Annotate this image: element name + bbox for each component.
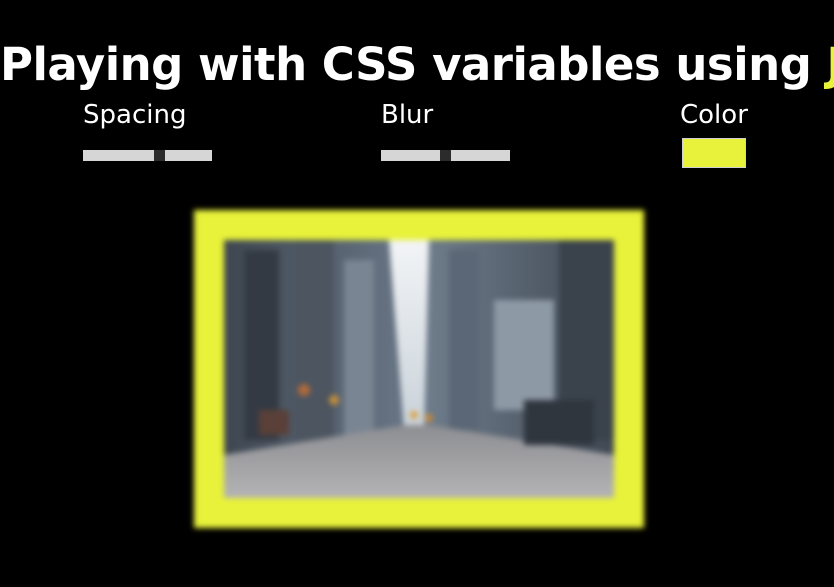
color-picker[interactable]	[682, 138, 746, 168]
blur-label: Blur	[381, 100, 434, 130]
blur-slider[interactable]	[381, 150, 510, 161]
blur-slider-thumb[interactable]	[440, 150, 451, 161]
spacing-slider-track	[83, 150, 212, 161]
spacing-label: Spacing	[83, 100, 187, 130]
spacing-control: Spacing	[83, 98, 212, 161]
blur-control: Blur	[381, 98, 510, 161]
spacing-slider[interactable]	[83, 150, 212, 161]
city-street-photo	[224, 240, 614, 498]
page-title-text: Playing with CSS variables using	[0, 38, 827, 92]
page-title-highlight: JS	[827, 38, 834, 91]
spacing-slider-thumb[interactable]	[154, 150, 165, 161]
page-title: Playing with CSS variables using JS	[0, 38, 834, 92]
city-street-image	[224, 240, 614, 498]
photo-frame	[194, 210, 644, 528]
color-control: Color	[680, 98, 748, 168]
color-label: Color	[680, 100, 748, 130]
